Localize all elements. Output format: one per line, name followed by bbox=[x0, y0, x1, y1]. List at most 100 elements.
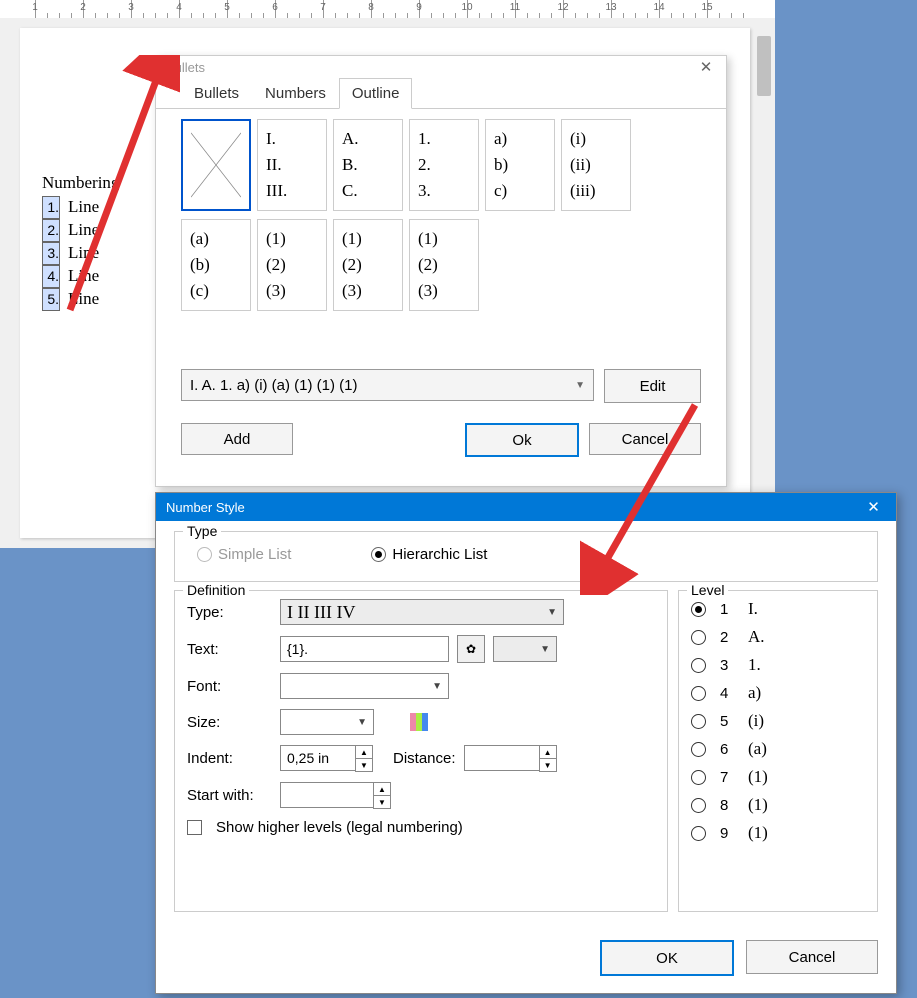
gallery-item-line: (a) bbox=[190, 230, 242, 249]
scheme-select[interactable]: I. A. 1. a) (i) (a) (1) (1) (1) ▼ bbox=[181, 369, 594, 401]
page-heading: Numbering bbox=[42, 173, 119, 193]
tab-bullets[interactable]: Bullets bbox=[181, 78, 252, 109]
type-select[interactable]: I II III IV ▼ bbox=[280, 599, 564, 625]
gallery-item[interactable]: 1.2.3. bbox=[409, 119, 479, 211]
radio-icon bbox=[691, 798, 706, 813]
checkbox-icon bbox=[187, 820, 202, 835]
add-button[interactable]: Add bbox=[181, 423, 293, 455]
indent-label: Indent: bbox=[187, 750, 272, 767]
bullets-dialog-title: Bullets bbox=[166, 60, 205, 75]
font-label: Font: bbox=[187, 678, 272, 695]
list-item: 2.Line bbox=[42, 219, 99, 242]
ruler-label: 11 bbox=[510, 2, 520, 13]
level-number: 9 bbox=[720, 825, 734, 842]
level-radio-5[interactable]: 5(i) bbox=[691, 711, 865, 731]
list-item: 5.Line bbox=[42, 288, 99, 311]
level-sample: (1) bbox=[748, 767, 768, 787]
gallery-row-1: I.II.III.A.B.C.1.2.3.a)b)c) (i) (ii) (iii) bbox=[181, 119, 701, 211]
level-radio-4[interactable]: 4a) bbox=[691, 683, 865, 703]
edit-button[interactable]: Edit bbox=[604, 369, 701, 403]
gallery-item[interactable]: (1)(2)(3) bbox=[257, 219, 327, 311]
list-item: 1.Line bbox=[42, 196, 99, 219]
number-style-titlebar[interactable]: Number Style ✕ bbox=[156, 493, 896, 521]
distance-spinner[interactable]: ▲▼ bbox=[464, 745, 557, 772]
color-swatch[interactable] bbox=[410, 713, 428, 731]
number-style-dialog: Number Style ✕ Type Simple List Hierarch… bbox=[155, 492, 897, 994]
definition-legend: Definition bbox=[183, 582, 249, 598]
cancel-button[interactable]: Cancel bbox=[589, 423, 701, 455]
gallery-row-2: (a)(b)(c)(1)(2)(3)(1)(2)(3)(1)(2)(3) bbox=[181, 219, 701, 311]
gallery-item[interactable]: I.II.III. bbox=[257, 119, 327, 211]
hierarchic-list-label: Hierarchic List bbox=[392, 546, 487, 563]
close-icon[interactable]: ✕ bbox=[851, 498, 896, 516]
gallery-item-line: II. bbox=[266, 156, 318, 175]
vertical-scrollbar[interactable] bbox=[755, 18, 773, 548]
gallery-item-line: (3) bbox=[342, 282, 394, 301]
level-sample: (a) bbox=[748, 739, 767, 759]
cancel-button[interactable]: Cancel bbox=[746, 940, 878, 974]
text-input[interactable]: {1}. bbox=[280, 636, 449, 662]
ruler-label: 4 bbox=[176, 2, 182, 13]
level-radio-2[interactable]: 2A. bbox=[691, 627, 865, 647]
gallery-item[interactable] bbox=[181, 119, 251, 211]
gallery-item-line: B. bbox=[342, 156, 394, 175]
text-label: Text: bbox=[187, 641, 272, 658]
ruler-label: 12 bbox=[557, 2, 568, 13]
text-settings-button[interactable]: ✿ bbox=[457, 635, 485, 663]
level-radio-6[interactable]: 6(a) bbox=[691, 739, 865, 759]
gallery-item-line: c) bbox=[494, 182, 546, 201]
gallery-item-line: (i) bbox=[570, 130, 622, 149]
bullets-dialog-titlebar[interactable]: Bullets ✕ bbox=[156, 56, 726, 78]
level-radio-1[interactable]: 1I. bbox=[691, 599, 865, 619]
font-select[interactable]: ▼ bbox=[280, 673, 449, 699]
ok-button[interactable]: OK bbox=[600, 940, 734, 976]
close-icon[interactable]: ✕ bbox=[686, 58, 726, 76]
radio-icon bbox=[691, 714, 706, 729]
gallery-item-line: (iii) bbox=[570, 182, 622, 201]
ruler-label: 9 bbox=[416, 2, 422, 13]
ruler-label: 10 bbox=[461, 2, 472, 13]
radio-icon bbox=[691, 602, 706, 617]
level-radio-7[interactable]: 7(1) bbox=[691, 767, 865, 787]
list-item: 3.Line bbox=[42, 242, 99, 265]
chevron-down-icon: ▼ bbox=[547, 607, 557, 618]
gallery-item[interactable]: (a)(b)(c) bbox=[181, 219, 251, 311]
level-radio-3[interactable]: 31. bbox=[691, 655, 865, 675]
gallery-item-line: (3) bbox=[418, 282, 470, 301]
level-number: 1 bbox=[720, 601, 734, 618]
text-char-select[interactable]: ▼ bbox=[493, 636, 557, 662]
level-radio-8[interactable]: 8(1) bbox=[691, 795, 865, 815]
gallery-item-line: (2) bbox=[418, 256, 470, 275]
definition-fieldset: Definition Type: I II III IV ▼ Text: { bbox=[174, 590, 668, 912]
scheme-value: I. A. 1. a) (i) (a) (1) (1) (1) bbox=[190, 377, 358, 394]
gallery-item[interactable]: a)b)c) bbox=[485, 119, 555, 211]
gallery-item[interactable]: A.B.C. bbox=[333, 119, 403, 211]
radio-icon bbox=[691, 658, 706, 673]
scrollbar-thumb[interactable] bbox=[757, 36, 771, 96]
tab-outline[interactable]: Outline bbox=[339, 78, 413, 109]
gallery-item-line: (1) bbox=[342, 230, 394, 249]
startwith-spinner[interactable]: ▲▼ bbox=[280, 782, 391, 809]
gallery-item-line: (2) bbox=[266, 256, 318, 275]
gallery-item[interactable]: (i) (ii) (iii) bbox=[561, 119, 631, 211]
gallery-item[interactable]: (1)(2)(3) bbox=[333, 219, 403, 311]
gallery-item-line: 2. bbox=[418, 156, 470, 175]
tab-numbers[interactable]: Numbers bbox=[252, 78, 339, 109]
gallery-item[interactable]: (1)(2)(3) bbox=[409, 219, 479, 311]
ok-button[interactable]: Ok bbox=[465, 423, 579, 457]
size-select[interactable]: ▼ bbox=[280, 709, 374, 735]
startwith-label: Start with: bbox=[187, 787, 272, 804]
indent-spinner[interactable]: 0,25 in ▲▼ bbox=[280, 745, 373, 772]
chevron-down-icon: ▼ bbox=[357, 717, 367, 728]
chevron-down-icon: ▼ bbox=[575, 380, 585, 391]
list-text: Line bbox=[68, 266, 99, 285]
level-sample: (i) bbox=[748, 711, 764, 731]
type-label: Type: bbox=[187, 604, 272, 621]
radio-icon bbox=[691, 770, 706, 785]
list-item: 4.Line bbox=[42, 265, 99, 288]
hierarchic-list-radio[interactable]: Hierarchic List bbox=[371, 546, 487, 563]
show-higher-checkbox[interactable]: Show higher levels (legal numbering) bbox=[187, 819, 655, 836]
level-radio-9[interactable]: 9(1) bbox=[691, 823, 865, 843]
list-text: Line bbox=[68, 197, 99, 216]
gallery-item-line: (ii) bbox=[570, 156, 622, 175]
